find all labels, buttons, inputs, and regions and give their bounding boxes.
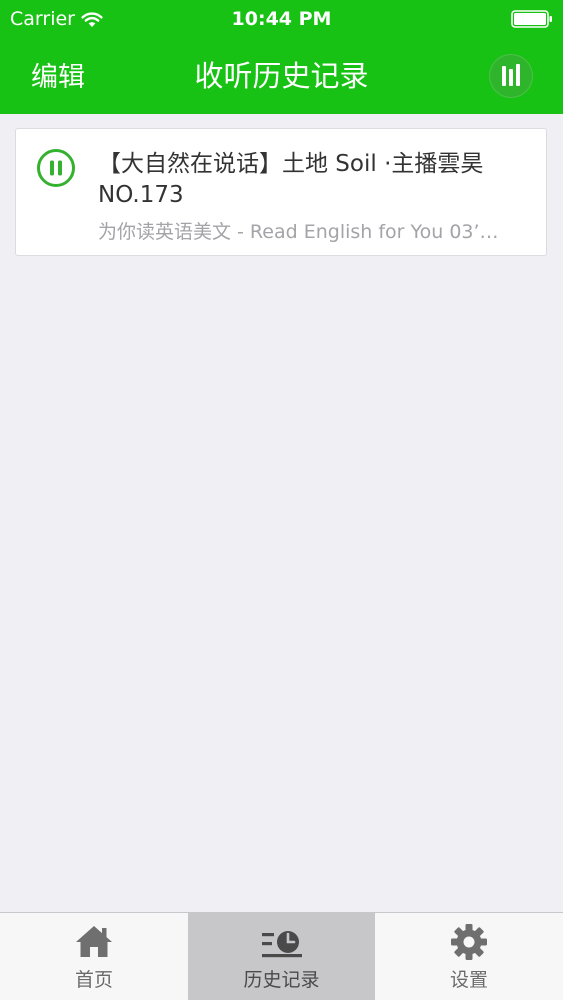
tab-history[interactable]: 历史记录 <box>188 913 375 1000</box>
battery-icon <box>511 10 552 28</box>
status-bar: Carrier 10:44 PM <box>0 0 563 38</box>
tab-bar: 首页 历史记录 设置 <box>0 912 563 1000</box>
history-icon <box>261 931 302 958</box>
now-playing-button[interactable] <box>489 54 533 98</box>
tab-settings-label: 设置 <box>449 969 488 991</box>
tab-home-label: 首页 <box>74 969 113 991</box>
app-header: Carrier 10:44 PM 编辑 收听历史记录 <box>0 0 563 114</box>
status-time: 10:44 PM <box>231 8 332 30</box>
equalizer-icon <box>502 64 520 86</box>
app-screen: Carrier 10:44 PM 编辑 收听历史记录 【大自然在说话】土地 So… <box>0 0 563 1000</box>
nav-bar: 编辑 收听历史记录 <box>0 38 563 114</box>
episode-title: 【大自然在说话】土地 Soil ·主播雲昊 NO.173 <box>98 151 484 208</box>
history-list-item[interactable]: 【大自然在说话】土地 Soil ·主播雲昊 NO.173 为你读英语美文 - R… <box>15 128 547 256</box>
pause-icon[interactable] <box>36 148 76 188</box>
tab-settings[interactable]: 设置 <box>375 913 563 1000</box>
tab-home[interactable]: 首页 <box>0 913 188 1000</box>
gear-icon <box>451 924 487 960</box>
page-title: 收听历史记录 <box>194 59 369 93</box>
episode-subtitle: 为你读英语美文 - Read English for You 03’… <box>98 221 499 243</box>
tab-history-label: 历史记录 <box>243 969 320 991</box>
home-icon <box>76 926 112 957</box>
